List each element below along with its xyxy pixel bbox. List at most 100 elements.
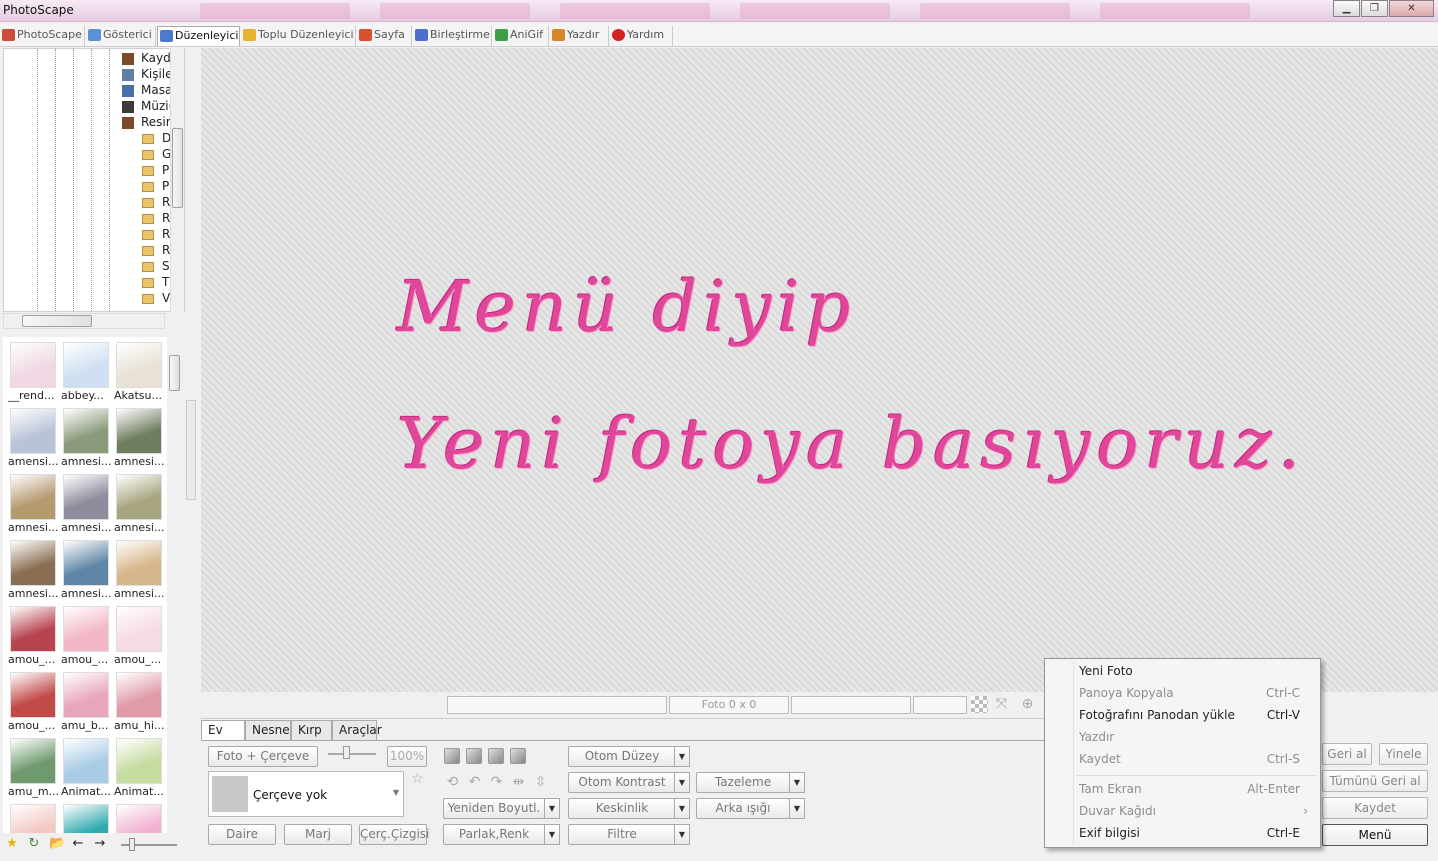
bright-color-button[interactable]: Parlak,Renk — [443, 824, 545, 845]
tab-photoscape[interactable]: PhotoScape — [0, 26, 85, 46]
thumbnail[interactable]: amnesi... — [114, 474, 164, 534]
scroll-thumb[interactable] — [22, 315, 92, 327]
photo-canvas[interactable]: Menü diyip Yeni fotoya basıyoruz. — [201, 48, 1438, 692]
shape-round-icon[interactable] — [466, 748, 482, 764]
thumbnail[interactable]: amnesi... — [61, 540, 111, 600]
menu-item[interactable]: Tam Ekran Alt-Enter — [1047, 779, 1318, 800]
star-icon[interactable]: ☆ — [409, 771, 426, 788]
back-arrow-icon[interactable]: ← — [71, 837, 85, 851]
thumbnail[interactable]: Akatsu... — [114, 342, 164, 402]
fit-view-icon[interactable]: ⤧ — [993, 696, 1010, 713]
transparency-icon[interactable] — [971, 696, 988, 713]
auto-contrast-button[interactable]: Otom Kontrast — [568, 772, 676, 793]
resize-button[interactable]: Yeniden Boyutl. — [443, 798, 545, 819]
slider-handle[interactable] — [129, 838, 135, 851]
editor-tab[interactable]: Araçlar — [332, 720, 382, 740]
refresh-button[interactable]: Tazeleme — [696, 772, 790, 793]
tab-batch-editor[interactable]: Toplu Düzenleyici — [241, 26, 356, 46]
auto-contrast-dropdown[interactable]: ▼ — [674, 772, 690, 793]
circle-button[interactable]: Daire — [208, 824, 276, 845]
menu-item[interactable]: Exif bilgisi Ctrl-E — [1047, 823, 1318, 844]
thumbnail[interactable]: amnesi... — [61, 474, 111, 534]
thumbnail[interactable]: __rend... — [8, 342, 58, 402]
thumbnail[interactable] — [114, 804, 164, 833]
zoom-icon[interactable]: ⊕ — [1019, 696, 1036, 713]
folder-tree[interactable]: Kayd Kişile Masa Müzi(Resir D G P P R R R R S T V — [3, 48, 185, 312]
thumbnail[interactable]: amu_b... — [61, 672, 111, 732]
tab-editor[interactable]: Düzenleyici — [157, 26, 240, 46]
filter-dropdown[interactable]: ▼ — [674, 824, 690, 845]
frame-line-button[interactable]: Çerç.Çizgisi — [359, 824, 429, 845]
tab-viewer[interactable]: Gösterici — [86, 26, 156, 46]
menu-item[interactable]: Fotoğrafını Panodan yükle Ctrl-V — [1047, 705, 1318, 726]
tab-print[interactable]: Yazdır — [550, 26, 609, 46]
editor-tab[interactable]: Kırp — [291, 720, 332, 740]
star-icon[interactable]: ★ — [5, 837, 19, 851]
flip-vertical-icon[interactable]: ⇳ — [532, 774, 549, 791]
scroll-thumb[interactable] — [172, 128, 183, 208]
redo-button[interactable]: Yinele — [1379, 743, 1428, 765]
folder-icon[interactable]: 📂 — [49, 837, 65, 851]
menu-item[interactable]: Kaydet Ctrl-S — [1047, 749, 1318, 770]
frame-select[interactable]: Çerçeve yok ▼ — [208, 771, 404, 817]
backlight-button[interactable]: Arka ışığı — [696, 798, 790, 819]
thumbnail[interactable]: amou_... — [61, 606, 111, 666]
sharpen-button[interactable]: Keskinlik — [568, 798, 676, 819]
thumbnail[interactable]: Animat... — [114, 738, 164, 798]
minimize-button[interactable]: ▁ — [1333, 0, 1360, 17]
menu-item[interactable]: Duvar Kağıdı › — [1047, 801, 1318, 822]
thumbnails-vertical-scrollbar[interactable] — [167, 337, 182, 833]
backlight-dropdown[interactable]: ▼ — [789, 798, 805, 819]
close-button[interactable]: ✕ — [1389, 0, 1434, 17]
tab-help[interactable]: Yardım — [610, 26, 673, 46]
shape-corner-icon[interactable] — [488, 748, 504, 764]
thumbnail[interactable]: amou_... — [114, 606, 164, 666]
menu-item[interactable]: Panoya Kopyala Ctrl-C — [1047, 683, 1318, 704]
menu-item[interactable]: Yazdır — [1047, 727, 1318, 748]
menu-item[interactable]: Yeni Foto — [1047, 661, 1318, 682]
forward-arrow-icon[interactable]: → — [93, 837, 107, 851]
auto-level-dropdown[interactable]: ▼ — [674, 746, 690, 767]
thumbnail[interactable]: amnesi... — [114, 408, 164, 468]
thumbnail[interactable]: amnesi... — [8, 474, 58, 534]
panel-splitter[interactable] — [186, 400, 196, 500]
thumbnail[interactable]: amnesi... — [61, 408, 111, 468]
thumbnail[interactable]: amu_m... — [8, 738, 59, 798]
shape-ellipse-icon[interactable] — [510, 748, 526, 764]
save-button[interactable]: Kaydet — [1322, 797, 1428, 819]
thumbnail[interactable]: amou_... — [8, 606, 58, 666]
scroll-thumb[interactable] — [169, 355, 180, 391]
bright-color-dropdown[interactable]: ▼ — [544, 824, 560, 845]
resize-dropdown[interactable]: ▼ — [544, 798, 560, 819]
menu-button[interactable]: Menü — [1322, 824, 1428, 846]
tab-combine[interactable]: Birleştirme — [413, 26, 492, 46]
thumbnail[interactable] — [8, 804, 58, 833]
undo-button[interactable]: Geri al — [1322, 743, 1372, 765]
thumbnail[interactable]: abbey... — [61, 342, 111, 402]
zoom-field[interactable]: 100% — [387, 746, 427, 767]
rotate-right-icon[interactable]: ↷ — [488, 774, 505, 791]
photo-frame-button[interactable]: Foto + Çerçeve — [208, 746, 318, 767]
shape-square-icon[interactable] — [444, 748, 460, 764]
refresh-dropdown[interactable]: ▼ — [789, 772, 805, 793]
maximize-button[interactable]: ❐ — [1361, 0, 1388, 17]
frame-slider-handle[interactable] — [343, 746, 350, 759]
thumbnail[interactable]: amu_hi... — [114, 672, 164, 732]
refresh-icon[interactable]: ↻ — [27, 837, 41, 851]
auto-level-button[interactable]: Otom Düzey — [568, 746, 676, 767]
tree-horizontal-scrollbar[interactable] — [3, 313, 165, 329]
sharpen-dropdown[interactable]: ▼ — [674, 798, 690, 819]
editor-tab[interactable]: Ev — [201, 720, 245, 740]
thumbnail[interactable]: amnesi... — [8, 540, 58, 600]
frame-slider[interactable] — [328, 753, 376, 755]
tree-vertical-scrollbar[interactable] — [170, 48, 184, 312]
tab-anigif[interactable]: AniGif — [493, 26, 549, 46]
editor-tab[interactable]: Nesne — [245, 720, 291, 740]
rotate-left-icon[interactable]: ↶ — [466, 774, 483, 791]
thumbnail[interactable] — [61, 804, 111, 833]
filter-button[interactable]: Filtre — [568, 824, 676, 845]
thumbnail-grid[interactable]: __rend... abbey... Akatsu... amensi... amnes… — [3, 337, 167, 833]
thumbnail[interactable]: amensi... — [8, 408, 58, 468]
rotate-icon[interactable]: ⟲ — [444, 774, 461, 791]
undo-all-button[interactable]: Tümünü Geri al — [1322, 770, 1428, 792]
